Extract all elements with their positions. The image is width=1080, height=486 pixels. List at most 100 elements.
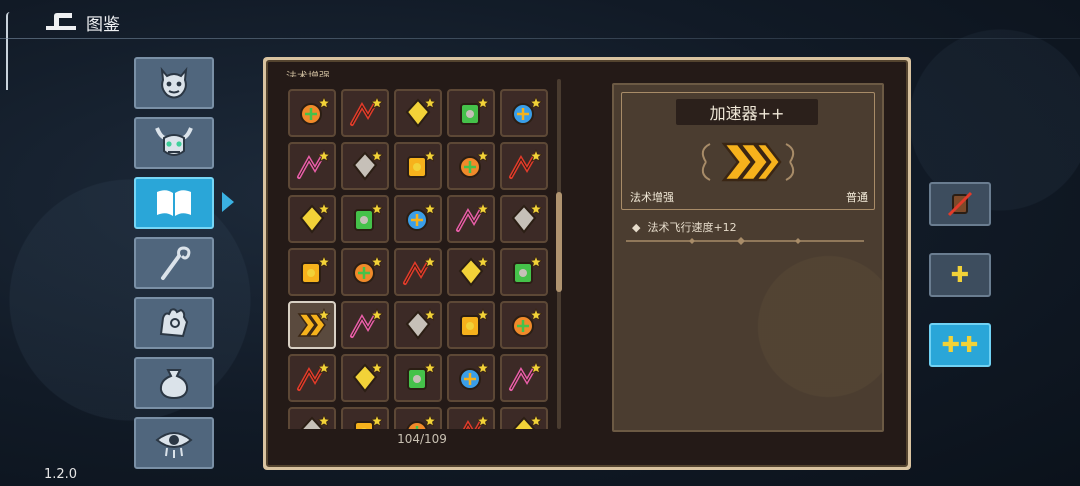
category-items[interactable] <box>134 357 214 409</box>
grid-item[interactable] <box>394 142 442 190</box>
grid-item[interactable] <box>341 142 389 190</box>
blue-bars-icon <box>300 413 331 429</box>
stat-bullet: ◆ <box>632 221 648 234</box>
back-arrow-icon <box>46 13 76 30</box>
staff-icon <box>161 246 191 280</box>
grid-item[interactable] <box>447 142 495 190</box>
grid-item[interactable] <box>447 195 495 243</box>
pause-orb-icon <box>407 148 437 178</box>
blue-vortex-icon <box>509 360 543 391</box>
grid-item[interactable] <box>447 407 495 429</box>
section-label: 法术增强 <box>286 70 330 77</box>
grid-item[interactable] <box>288 142 336 190</box>
triple-arrow-orange-icon <box>300 95 331 125</box>
lightning-zigzag-icon <box>352 148 384 181</box>
crossed-card-icon <box>947 191 973 217</box>
orange-flower-icon <box>406 413 437 429</box>
stat-text: 法术飞行速度+12 <box>647 221 737 234</box>
category-relics[interactable] <box>134 297 214 349</box>
item-rarity: 普通 <box>846 191 868 204</box>
back-button[interactable] <box>42 10 78 32</box>
grid-item[interactable] <box>341 407 389 429</box>
battery-card-icon <box>458 254 490 287</box>
grid-item[interactable] <box>500 195 548 243</box>
grid-item[interactable] <box>288 195 336 243</box>
grid-item[interactable] <box>500 248 548 296</box>
horned-skull-icon <box>155 127 193 156</box>
bolt-split-icon <box>301 254 331 284</box>
grid-item[interactable] <box>288 354 336 402</box>
grid-item[interactable] <box>500 354 548 402</box>
mouse-icon <box>509 148 543 179</box>
red-claw-icon <box>354 413 384 429</box>
category-monsters[interactable] <box>134 57 214 109</box>
category-spellbook[interactable] <box>134 177 214 229</box>
grid-item[interactable] <box>288 301 336 349</box>
green-gem-icon <box>512 95 543 125</box>
ornamental-divider <box>626 237 864 245</box>
eye-icon <box>155 432 193 458</box>
grid-item[interactable] <box>341 301 389 349</box>
accelerator-chevrons-icon <box>701 142 795 182</box>
variant-base-button[interactable] <box>929 182 991 226</box>
category-bosses[interactable] <box>134 117 214 169</box>
zigzag-arrow-icon <box>354 201 384 231</box>
version-label: 1.2.0 <box>44 467 78 482</box>
grid-item[interactable] <box>394 195 442 243</box>
worm-icon <box>512 307 543 337</box>
grid-item[interactable] <box>447 89 495 137</box>
white-cloud-icon <box>511 201 543 234</box>
grid-item[interactable] <box>341 248 389 296</box>
grid-scrollbar-thumb[interactable] <box>556 191 562 292</box>
hand-eye-icon <box>159 308 189 338</box>
up-arrows-icon <box>353 254 384 284</box>
grid-item[interactable] <box>394 354 442 402</box>
crosshair-icon <box>299 201 331 234</box>
grid-item[interactable] <box>288 407 336 429</box>
grid-item[interactable] <box>500 89 548 137</box>
orbit-spark-icon <box>297 148 331 179</box>
pink-cube-icon <box>460 307 490 337</box>
grid-item[interactable] <box>288 248 336 296</box>
flame-burst-icon <box>405 95 437 128</box>
grid-item[interactable] <box>447 301 495 349</box>
gold-shield-icon <box>512 413 543 429</box>
active-category-pointer <box>222 192 234 212</box>
triple-split-icon <box>406 201 437 231</box>
grid-item[interactable] <box>341 195 389 243</box>
grid-item[interactable] <box>341 89 389 137</box>
grid-item[interactable] <box>500 407 548 429</box>
page-title: 图鉴 <box>86 15 120 35</box>
screen-edge-bracket <box>6 12 10 90</box>
category-curses[interactable] <box>134 417 214 469</box>
grid-item[interactable] <box>394 301 442 349</box>
grid-item[interactable] <box>341 354 389 402</box>
demon-face-icon <box>160 66 188 99</box>
crescent-swirl-icon <box>459 148 490 178</box>
item-grid[interactable] <box>284 77 556 429</box>
blue-crystal-icon <box>456 201 490 232</box>
grid-item[interactable] <box>394 89 442 137</box>
variant-plus-plus-button[interactable]: ✚✚ <box>929 323 991 367</box>
grid-item[interactable] <box>394 407 442 429</box>
sun-icon <box>350 307 384 338</box>
red-orb-icon <box>297 360 331 391</box>
category-staffs[interactable] <box>134 237 214 289</box>
header-divider <box>0 38 1080 39</box>
grid-item[interactable] <box>500 142 548 190</box>
grid-item[interactable] <box>447 354 495 402</box>
red-sigil-icon <box>407 360 437 390</box>
red-serpent-icon <box>352 360 384 393</box>
grid-rune-icon <box>513 254 543 284</box>
target-wheel-icon <box>403 254 437 285</box>
variant-plus-button[interactable]: ✚ <box>929 253 991 297</box>
item-stat: ◆ 法术飞行速度+12 <box>632 219 737 235</box>
accelerator-chevrons-icon <box>297 307 331 337</box>
grid-item[interactable] <box>500 301 548 349</box>
grid-item[interactable] <box>288 89 336 137</box>
gold-cloud-icon <box>460 95 490 125</box>
collection-count: 104/109 <box>397 432 447 446</box>
orange-spiral-icon <box>459 360 490 390</box>
grid-item[interactable] <box>447 248 495 296</box>
grid-item[interactable] <box>394 248 442 296</box>
